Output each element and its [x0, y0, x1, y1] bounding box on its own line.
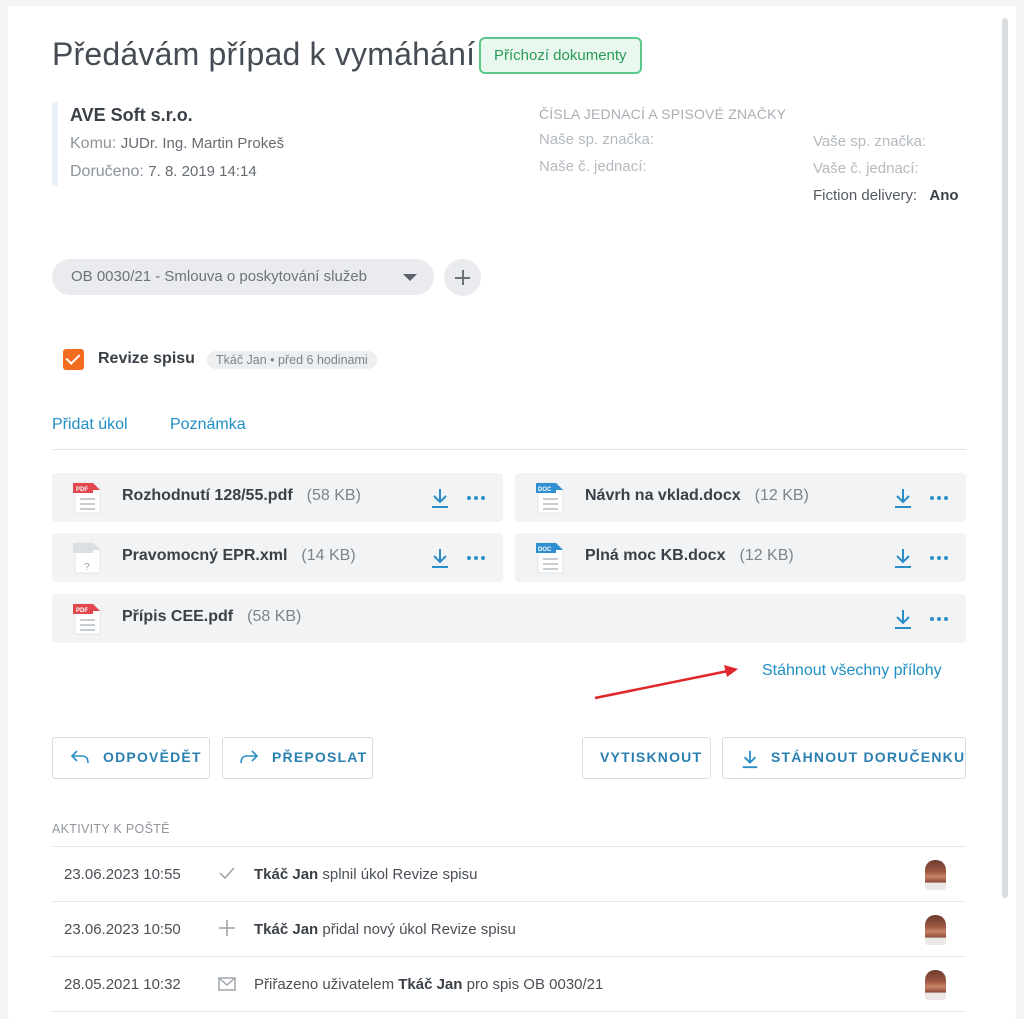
attachment-name: Rozhodnutí 128/55.pdf (58 KB) [122, 487, 361, 504]
your-mark-label: Vaše sp. značka: [813, 133, 927, 150]
plus-icon [219, 920, 235, 936]
download-icon[interactable] [893, 608, 913, 630]
download-receipt-button[interactable]: Stáhnout doručenku [722, 737, 966, 779]
download-icon[interactable] [430, 547, 450, 569]
task-checkbox[interactable] [63, 349, 84, 370]
file-type-label: ? [84, 562, 90, 573]
pdf-file-icon: PDF [73, 482, 101, 514]
file-type-label: PDF [76, 608, 88, 614]
forward-label: Přeposlat [272, 749, 368, 765]
activity-date: 23.06.2023 10:55 [64, 866, 181, 883]
download-icon[interactable] [893, 487, 913, 509]
delivered-label: Doručeno: [70, 163, 144, 180]
more-icon[interactable] [467, 496, 485, 500]
doc-file-icon: DOC [536, 542, 564, 574]
more-icon[interactable] [930, 617, 948, 621]
attachment-size: (12 KB) [739, 547, 794, 564]
our-ref-label: Naše č. jednací: [539, 158, 647, 175]
activity-text: Přiřazeno uživatelem Tkáč Jan pro spis O… [254, 976, 604, 993]
recipient-label: Komu: [70, 135, 117, 152]
sender-accent-bar [52, 102, 58, 186]
unknown-file-icon: ? [73, 542, 101, 574]
check-icon [219, 867, 235, 880]
scrollbar[interactable] [1002, 18, 1008, 898]
mail-detail-panel: Předávám případ k vymáhání Příchozí doku… [8, 6, 1016, 1019]
attachment-item[interactable]: PDF Rozhodnutí 128/55.pdf (58 KB) [52, 473, 503, 522]
divider [52, 1011, 966, 1012]
divider [52, 901, 966, 902]
chevron-down-icon [403, 274, 417, 281]
annotation-arrow [594, 665, 738, 700]
forward-icon [240, 750, 259, 764]
avatar [925, 915, 946, 945]
attachment-name: Plná moc KB.docx (12 KB) [585, 547, 794, 564]
reply-button[interactable]: Odpovědět [52, 737, 210, 779]
task-label: Revize spisu [98, 350, 195, 367]
more-icon[interactable] [930, 556, 948, 560]
task-meta: Tkáč Jan • před 6 hodinami [207, 351, 377, 369]
attachment-size: (14 KB) [301, 547, 356, 564]
attachment-size: (12 KB) [754, 487, 809, 504]
our-mark-label: Naše sp. značka: [539, 131, 655, 148]
note-link[interactable]: Poznámka [170, 416, 246, 434]
download-receipt-label: Stáhnout doručenku [771, 749, 966, 765]
fiction-delivery-row: Fiction delivery: Ano [813, 187, 959, 204]
forward-button[interactable]: Přeposlat [222, 737, 373, 779]
delivered-value: 7. 8. 2019 14:14 [148, 163, 257, 180]
avatar [925, 860, 946, 890]
download-icon[interactable] [430, 487, 450, 509]
attachment-item[interactable]: PDF Přípis CEE.pdf (58 KB) [52, 594, 966, 643]
fiction-delivery-label: Fiction delivery: [813, 187, 918, 204]
attachment-size: (58 KB) [247, 608, 302, 625]
divider [52, 956, 966, 957]
attachment-item[interactable]: DOC Návrh na vklad.docx (12 KB) [515, 473, 966, 522]
attachment-size: (58 KB) [306, 487, 361, 504]
divider [52, 449, 966, 450]
references-title: Čísla jednací a spisové značky [539, 106, 787, 122]
download-icon[interactable] [893, 547, 913, 569]
fiction-delivery-value: Ano [929, 187, 959, 204]
print-label: Vytisknout [600, 749, 703, 765]
activities-title: AKTIVITY K POŠTĚ [52, 822, 170, 836]
avatar [925, 970, 946, 1000]
more-icon[interactable] [930, 496, 948, 500]
recipient-row: Komu: JUDr. Ing. Martin Prokeš [70, 135, 284, 153]
reply-label: Odpovědět [103, 749, 202, 765]
reply-icon [70, 750, 89, 764]
activity-date: 23.06.2023 10:50 [64, 921, 181, 938]
attachment-name: Pravomocný EPR.xml (14 KB) [122, 547, 356, 564]
activity-text: Tkáč Jan splnil úkol Revize spisu [254, 866, 478, 883]
case-select[interactable]: OB 0030/21 - Smlouva o poskytování služe… [52, 259, 434, 295]
attachment-item[interactable]: DOC Plná moc KB.docx (12 KB) [515, 533, 966, 582]
status-badge: Příchozí dokumenty [479, 37, 642, 74]
attachment-name: Návrh na vklad.docx (12 KB) [585, 487, 809, 504]
case-select-value: OB 0030/21 - Smlouva o poskytování služe… [71, 268, 368, 285]
download-all-link[interactable]: Stáhnout všechny přílohy [762, 662, 942, 680]
file-type-label: DOC [538, 487, 552, 493]
add-case-button[interactable] [444, 259, 481, 296]
recipient-value: JUDr. Ing. Martin Prokeš [120, 135, 285, 152]
add-task-link[interactable]: Přidat úkol [52, 416, 128, 434]
page-title: Předávám případ k vymáhání [52, 36, 476, 72]
download-icon [742, 750, 758, 769]
delivered-row: Doručeno: 7. 8. 2019 14:14 [70, 163, 257, 181]
file-type-label: PDF [76, 487, 88, 493]
activity-date: 28.05.2021 10:32 [64, 976, 181, 993]
print-button[interactable]: Vytisknout [582, 737, 711, 779]
sender-name: AVE Soft s.r.o. [70, 105, 193, 125]
attachment-name: Přípis CEE.pdf (58 KB) [122, 608, 302, 625]
your-ref-label: Vaše č. jednací: [813, 160, 919, 177]
file-type-label: DOC [538, 547, 552, 553]
doc-file-icon: DOC [536, 482, 564, 514]
attachment-item[interactable]: ? Pravomocný EPR.xml (14 KB) [52, 533, 503, 582]
pdf-file-icon: PDF [73, 603, 101, 635]
more-icon[interactable] [467, 556, 485, 560]
divider [52, 846, 966, 847]
activity-text: Tkáč Jan přidal nový úkol Revize spisu [254, 921, 516, 938]
mail-icon [218, 977, 236, 991]
